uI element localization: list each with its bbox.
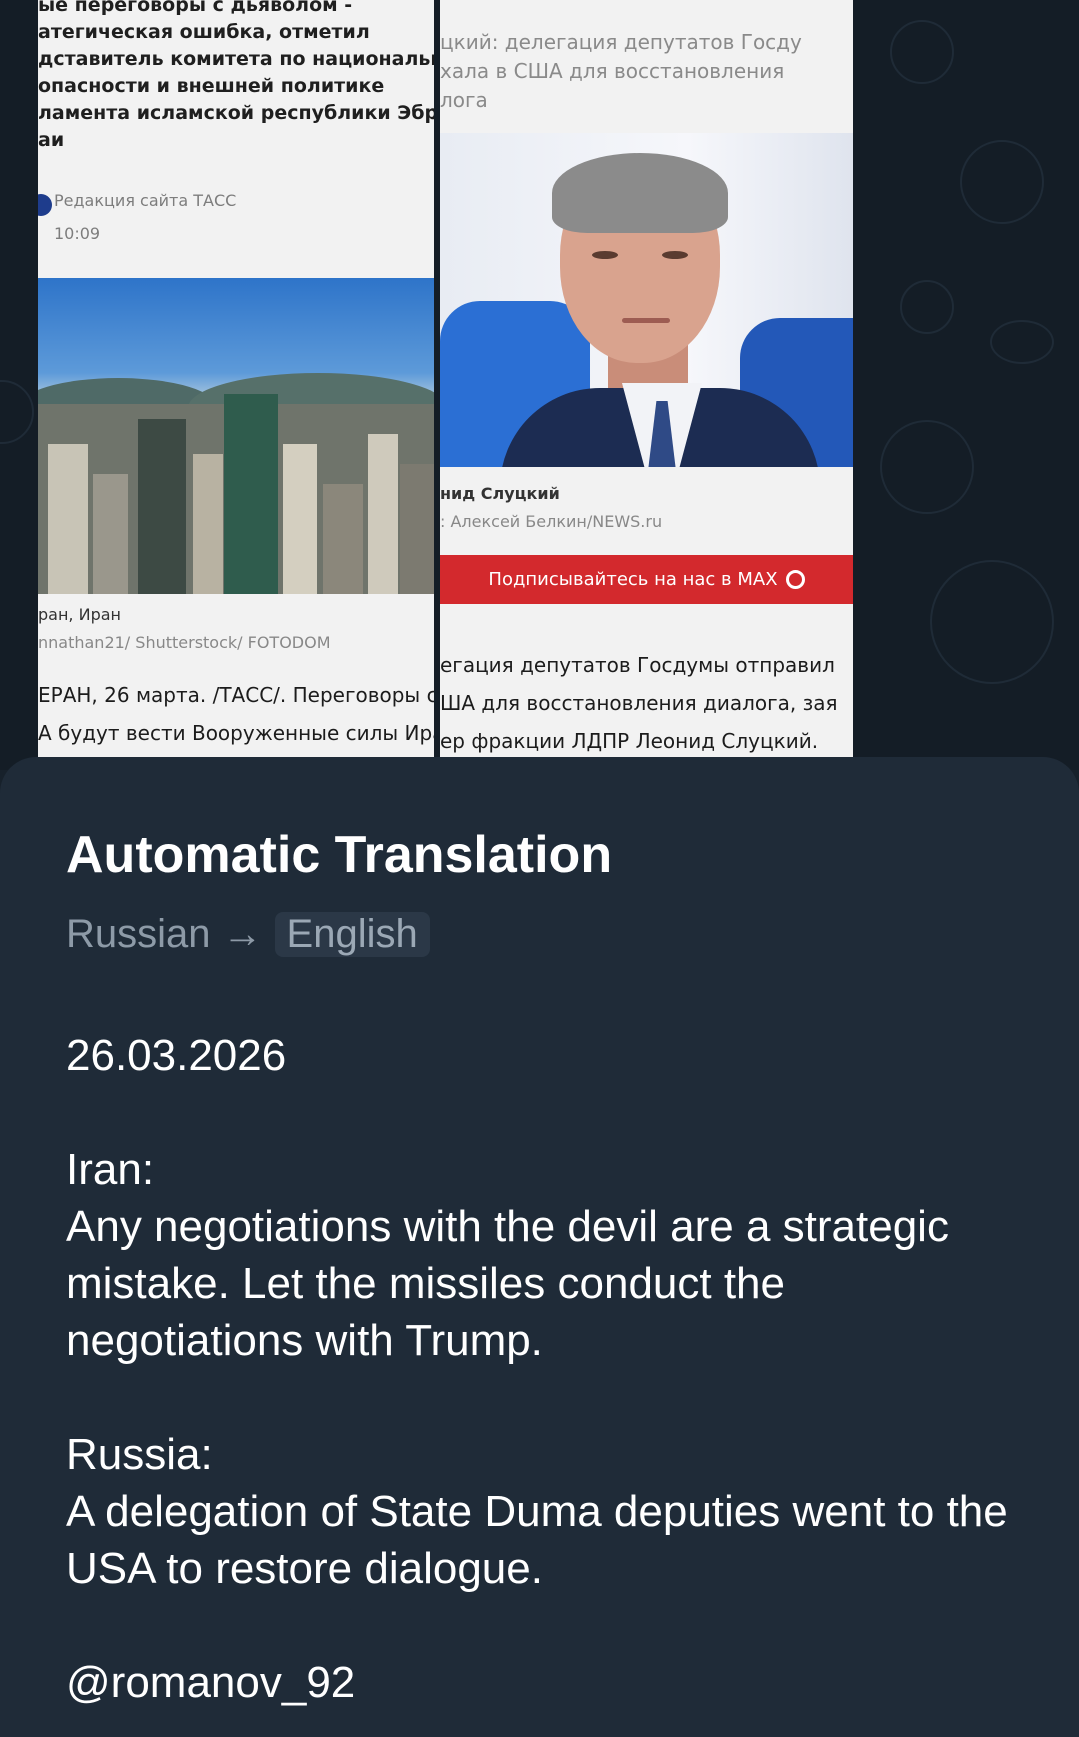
photo-caption: ран, Иран (38, 605, 121, 624)
article-headline-line: ые переговоры с дьяволом - (38, 0, 353, 16)
article-headline-line: аи (38, 129, 65, 151)
photo-credit: nnathan21/ Shutterstock/ FOTODOM (38, 633, 331, 652)
sheet-title: Automatic Translation (66, 826, 613, 884)
subscribe-banner[interactable]: Подписывайтесь на нас в MAX (440, 555, 853, 604)
wallpaper-doodle (0, 380, 34, 444)
arrow-right-icon: → (222, 912, 263, 956)
building (48, 444, 88, 594)
article-headline-line: ламента исламской республики Эбра (38, 102, 434, 124)
person-eye (592, 251, 618, 259)
wallpaper-doodle (990, 320, 1054, 364)
article-time: 10:09 (54, 224, 101, 243)
media-screenshot-left[interactable]: ые переговоры с дьяволом - атегическая о… (38, 0, 434, 757)
max-icon (785, 570, 805, 589)
wallpaper-doodle (930, 560, 1054, 684)
building (323, 484, 363, 594)
article-body-line: А будут вести Вооруженные силы Ира (38, 721, 434, 745)
article-headline-line: атегическая ошибка, отметил (38, 21, 370, 43)
article-subhead-line: лога (440, 88, 488, 112)
author-avatar (38, 194, 52, 216)
wallpaper-doodle (960, 140, 1044, 224)
building (400, 464, 434, 594)
article-subhead-line: цкий: делегация депутатов Госду (440, 30, 802, 54)
article-body-line: ер фракции ЛДПР Леонид Слуцкий. (440, 729, 819, 753)
building (93, 474, 128, 594)
photo-credit: : Алексей Белкин/NEWS.ru (440, 512, 663, 531)
article-body-line: ША для восстановления диалога, зая (440, 691, 838, 715)
city-photo (38, 278, 434, 594)
wallpaper-doodle (900, 280, 954, 334)
photo-caption: нид Слуцкий (440, 484, 560, 503)
language-selector: Russian → English (66, 912, 430, 957)
building (224, 394, 278, 594)
translated-text: 26.03.2026 Iran: Any negotiations with t… (66, 1031, 1008, 1707)
person-mouth (622, 318, 670, 323)
article-body-line: ЕРАН, 26 марта. /ТАСС/. Переговоры с (38, 683, 434, 707)
article-subhead-line: хала в США для восстановления (440, 59, 785, 83)
building (138, 419, 186, 594)
building (368, 434, 398, 594)
person-eye (662, 251, 688, 259)
subscribe-label: Подписывайтесь на нас в MAX (488, 569, 778, 590)
building (283, 444, 317, 594)
portrait-photo (440, 133, 853, 467)
article-author: Редакция сайта ТАСС (54, 191, 237, 210)
translation-sheet: Automatic Translation Russian → English … (0, 757, 1079, 1737)
wallpaper-doodle (880, 420, 974, 514)
media-screenshot-right[interactable]: цкий: делегация депутатов Госду хала в С… (440, 0, 853, 757)
article-headline-line: опасности и внешней политике (38, 75, 385, 97)
source-language: Russian (66, 912, 211, 956)
article-body-line: егация депутатов Госдумы отправил (440, 653, 835, 677)
wallpaper-doodle (890, 20, 954, 84)
building (193, 454, 223, 594)
article-headline-line: дставитель комитета по национально (38, 48, 434, 70)
person-hair (552, 153, 728, 233)
target-language-button[interactable]: English (274, 912, 430, 957)
